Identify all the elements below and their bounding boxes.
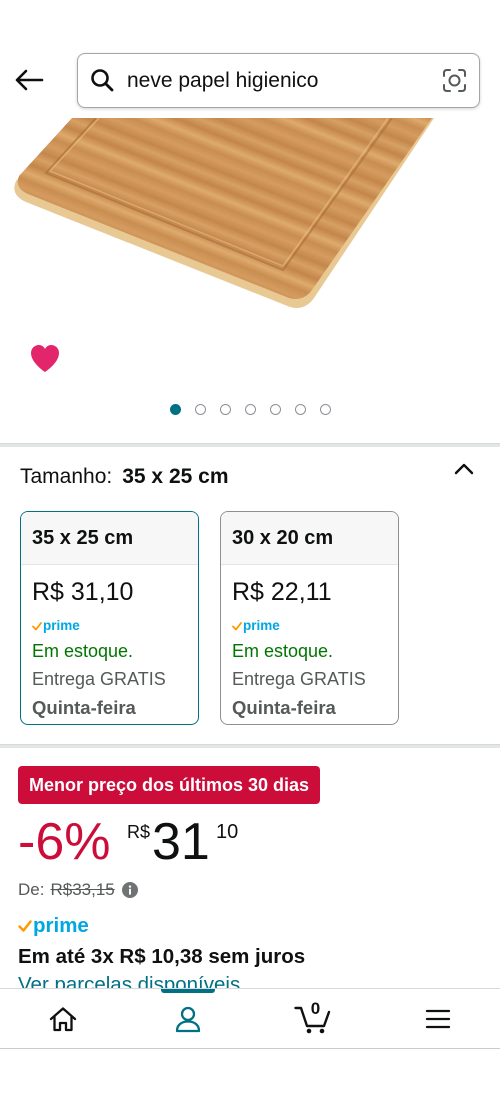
stock-status: Em estoque. [232, 641, 334, 661]
prime-check-icon [18, 919, 32, 932]
size-option-price: R$ 31,10 [32, 578, 134, 606]
prime-badge: prime [232, 618, 280, 634]
product-image[interactable] [0, 117, 500, 440]
back-arrow-icon [15, 69, 44, 91]
search-bar[interactable]: neve papel higienico [77, 53, 480, 108]
heart-icon [31, 345, 59, 372]
nav-cart[interactable]: 0 [250, 989, 375, 1048]
info-icon[interactable] [121, 882, 138, 898]
delivery-info: Entrega GRATIS [232, 669, 366, 689]
size-option-card[interactable]: 30 x 20 cm R$ 22,11 prime Em estoque. En… [220, 511, 399, 725]
nav-menu[interactable] [375, 989, 500, 1048]
wishlist-button[interactable] [29, 343, 61, 373]
search-icon [90, 68, 114, 92]
list-price-label: De: [18, 880, 45, 899]
prime-logo-text: prime [243, 618, 280, 633]
prime-logo-text: prime [43, 618, 80, 633]
delivery-info: Entrega GRATIS [32, 669, 166, 689]
carousel-dot [269, 404, 281, 415]
size-option-price: R$ 22,11 [232, 578, 332, 606]
carousel-dot [319, 404, 331, 415]
bottom-navigation: 0 [0, 988, 500, 1049]
top-bar: neve papel higienico [0, 0, 500, 118]
back-button[interactable] [12, 66, 46, 94]
prime-check-icon [232, 621, 242, 630]
account-icon [175, 1006, 200, 1032]
delivery-day: Quinta-feira [32, 697, 136, 718]
cutting-board-image [14, 117, 434, 308]
prime-badge: prime [18, 914, 89, 938]
list-price: R$33,15 [50, 880, 115, 899]
size-option-name: 35 x 25 cm [21, 512, 198, 565]
discount-percent: -6% [18, 813, 111, 871]
search-input[interactable]: neve papel higienico [127, 54, 318, 107]
delivery-day: Quinta-feira [232, 697, 336, 718]
size-option-card[interactable]: 35 x 25 cm R$ 31,10 prime Em estoque. En… [20, 511, 199, 725]
prime-badge: prime [32, 618, 80, 634]
cart-count: 0 [310, 998, 321, 1018]
stock-status: Em estoque. [32, 641, 134, 661]
price-currency: R$ [127, 822, 151, 842]
list-price-row: De: R$33,15 [18, 879, 138, 901]
carousel-dot [194, 404, 206, 415]
carousel-dot [219, 404, 231, 415]
price-fraction: 10 [216, 821, 239, 843]
home-icon [49, 1006, 76, 1031]
carousel-dot [244, 404, 256, 415]
installments-info: Em até 3x R$ 10,38 sem juros [18, 945, 306, 968]
image-carousel-dots [0, 404, 500, 416]
camera-search-icon[interactable] [442, 68, 467, 93]
chevron-up-icon [454, 463, 474, 475]
carousel-dot [294, 404, 306, 415]
selected-size: 35 x 25 cm [122, 465, 229, 488]
section-divider [0, 443, 500, 447]
active-tab-indicator [160, 989, 215, 993]
size-label: Tamanho: [20, 465, 113, 488]
deal-badge: Menor preço dos últimos 30 dias [18, 766, 321, 804]
collapse-size-button[interactable] [454, 462, 474, 475]
menu-icon [425, 1009, 450, 1028]
section-divider [0, 744, 500, 748]
nav-account[interactable] [125, 989, 250, 1048]
size-selector-label: Tamanho: 35 x 25 cm [20, 464, 229, 490]
size-option-name: 30 x 20 cm [221, 512, 398, 565]
carousel-dot [169, 404, 181, 415]
price-whole: 31 [152, 813, 210, 871]
prime-logo-text: prime [33, 914, 89, 937]
prime-check-icon [32, 621, 42, 630]
nav-home[interactable] [0, 989, 125, 1048]
